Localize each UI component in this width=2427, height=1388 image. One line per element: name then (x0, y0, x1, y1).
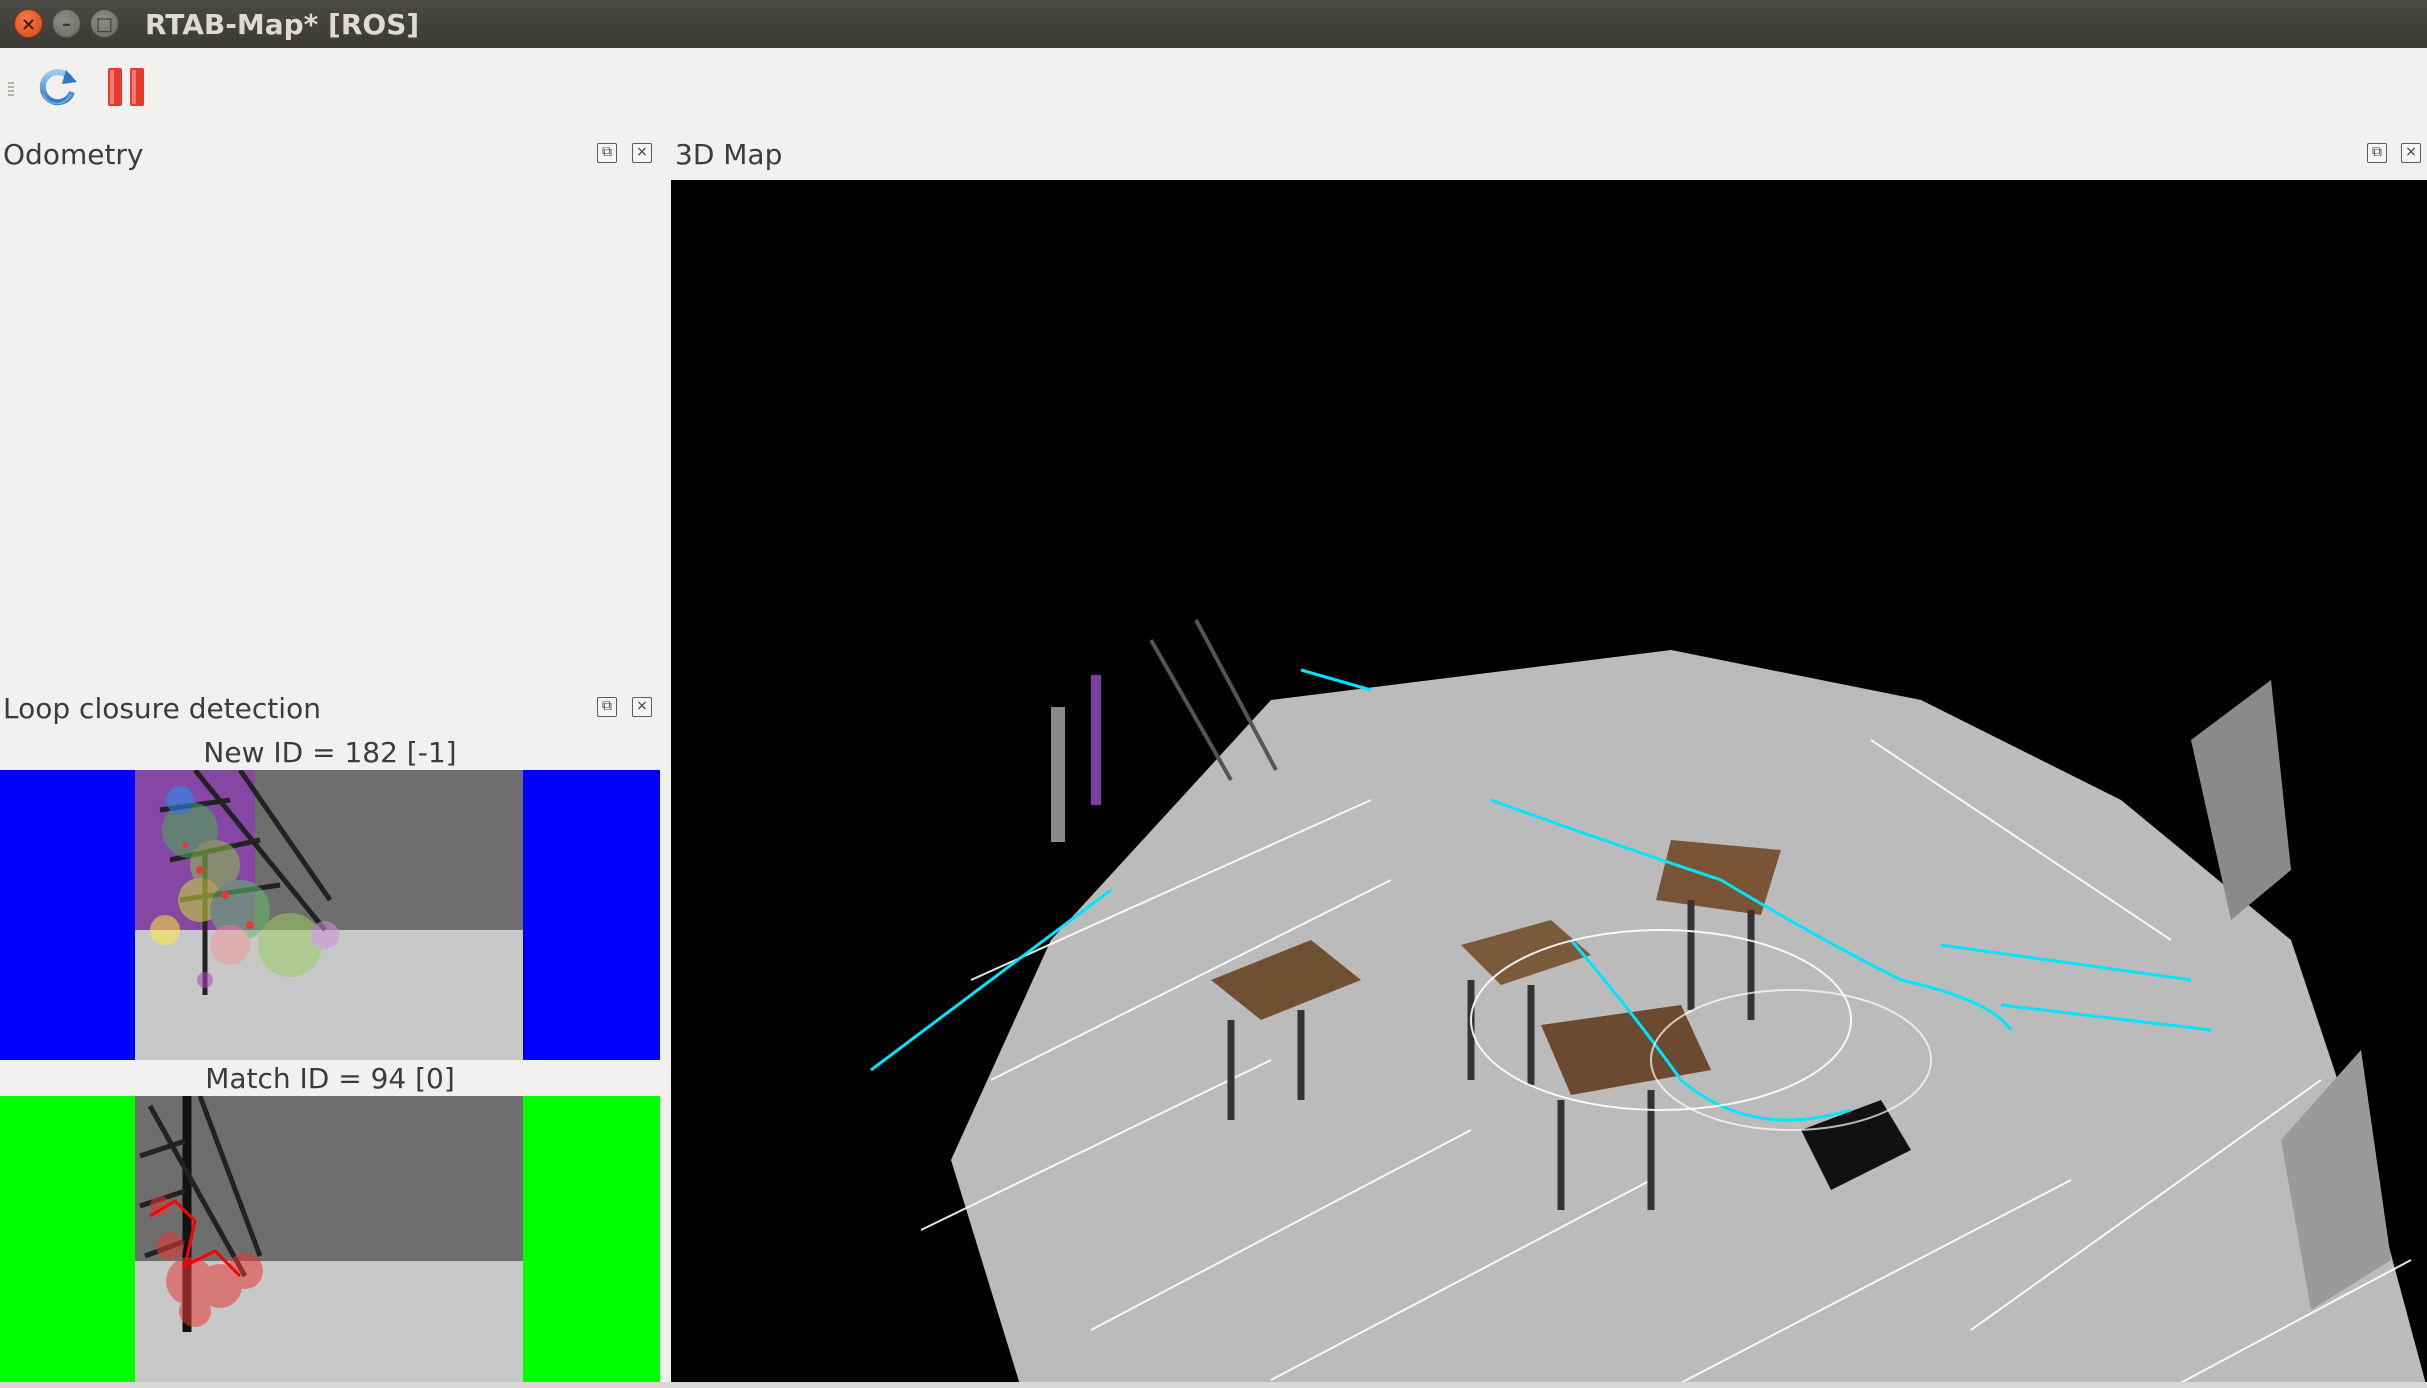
loop-closure-dock-title: Loop closure detection (3, 692, 321, 725)
odometry-dock-title: Odometry (3, 138, 144, 171)
refresh-icon (39, 69, 77, 106)
loop-closure-close-button[interactable]: × (632, 697, 652, 717)
map3d-view[interactable] (671, 180, 2427, 1388)
match-image-view (0, 1096, 660, 1386)
window-minimize-button[interactable]: – (52, 9, 81, 38)
map3d-close-button[interactable]: × (2401, 143, 2421, 163)
refresh-button[interactable] (33, 62, 81, 112)
map3d-float-button[interactable]: ⧉ (2367, 143, 2387, 163)
odometry-close-button[interactable]: × (632, 143, 652, 163)
toolbar-grip[interactable] (8, 82, 14, 96)
loop-closure-float-button[interactable]: ⧉ (597, 697, 617, 717)
new-image-view (0, 770, 660, 1060)
new-image (0, 770, 660, 1060)
map3d-dock-title: 3D Map (675, 138, 783, 171)
odometry-view (0, 176, 667, 686)
odometry-float-button[interactable]: ⧉ (597, 143, 617, 163)
window-close-button[interactable]: × (14, 9, 43, 38)
match-id-label: Match ID = 94 [0] (205, 1062, 455, 1095)
pause-button[interactable] (104, 62, 152, 112)
window-title: RTAB-Map* [ROS] (145, 8, 420, 41)
new-id-label: New ID = 182 [-1] (203, 736, 457, 769)
match-image (0, 1096, 660, 1386)
title-bar: × – □ RTAB-Map* [ROS] (0, 0, 2427, 48)
status-strip (0, 1382, 2427, 1388)
window-maximize-button[interactable]: □ (90, 9, 119, 38)
rtabmap-window: × – □ RTAB-Map* [ROS] Odometry ⧉ × Loop … (0, 0, 2427, 1388)
point-cloud-map (870, 619, 2427, 1388)
pause-icon (108, 68, 144, 106)
main-toolbar (0, 48, 2427, 128)
